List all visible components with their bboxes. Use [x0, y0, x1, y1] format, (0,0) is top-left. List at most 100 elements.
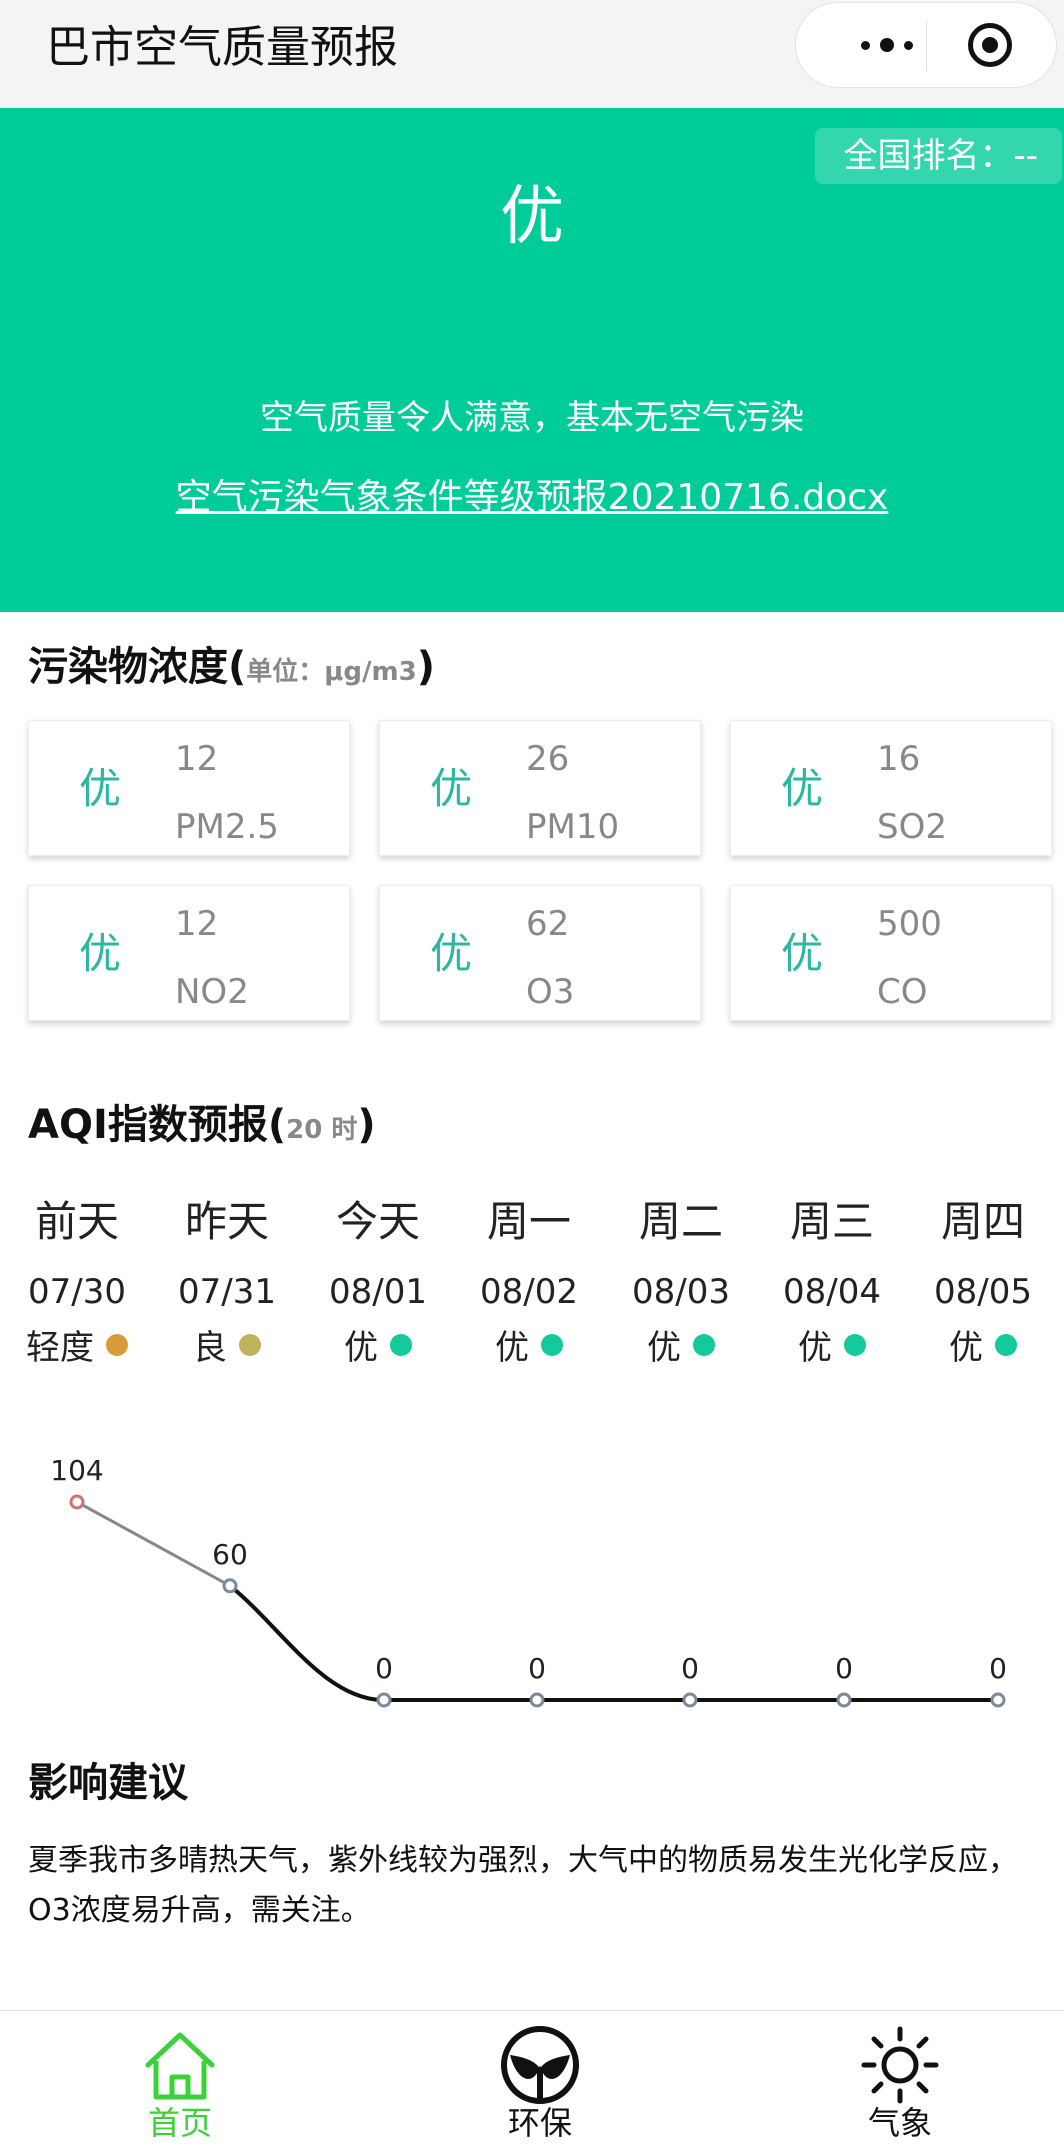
aqi-title-close: )	[357, 1102, 376, 1148]
pollutant-value: 26	[526, 739, 570, 779]
chart-point	[222, 1578, 238, 1594]
forecast-date: 07/30	[28, 1272, 126, 1312]
pollutant-quality: 优	[79, 929, 122, 978]
pollutant-card-o3: 优 62 O3	[379, 885, 701, 1021]
pollutant-unit: 单位：μg/m3	[246, 657, 417, 687]
forecast-day: 周三 08/04 优	[757, 1192, 907, 1372]
pollutant-card-no2: 优 12 NO2	[28, 885, 350, 1021]
tab-home-label: 首页	[147, 2104, 212, 2142]
tab-environment-label: 环保	[507, 2104, 572, 2142]
forecast-level: 优	[908, 1324, 1058, 1372]
forecast-level: 优	[454, 1324, 604, 1372]
close-miniprogram-icon[interactable]	[968, 23, 1012, 67]
more-dots-icon	[880, 38, 894, 52]
pollutant-quality: 优	[781, 929, 824, 978]
chart-point	[529, 1692, 545, 1708]
advice-section-title: 影响建议	[28, 1760, 188, 1806]
pollutant-card-so2: 优 16 SO2	[730, 720, 1052, 856]
chart-line-segment	[76, 1500, 231, 1588]
pollutant-name: CO	[877, 972, 928, 1012]
chart-data-label: 0	[375, 1652, 393, 1685]
chart-data-label: 104	[50, 1454, 103, 1487]
forecast-date: 08/01	[329, 1272, 427, 1312]
pollutant-name: PM10	[526, 807, 620, 847]
level-dot-icon	[693, 1334, 715, 1356]
forecast-day-name: 周四	[940, 1197, 1025, 1246]
forecast-date: 08/05	[934, 1272, 1032, 1312]
forecast-day-name: 今天	[335, 1197, 420, 1246]
forecast-level: 优	[303, 1324, 453, 1372]
page-title: 巴市空气质量预报	[46, 22, 398, 73]
pollutant-value: 16	[877, 739, 921, 779]
forecast-level-text: 优	[495, 1328, 529, 1368]
pollutant-value: 500	[877, 904, 942, 944]
aqi-description: 空气质量令人满意，基本无空气污染	[260, 398, 804, 438]
capsule-menu	[795, 2, 1057, 88]
forecast-level: 优	[606, 1324, 756, 1372]
forecast-day: 昨天 07/31 良	[152, 1192, 302, 1372]
pollutant-card-pm25: 优 12 PM2.5	[28, 720, 350, 856]
level-dot-icon	[844, 1334, 866, 1356]
forecast-date: 08/02	[480, 1272, 578, 1312]
forecast-level-text: 轻度	[26, 1328, 94, 1368]
forecast-day-name: 前天	[34, 1197, 119, 1246]
sun-icon	[861, 2026, 939, 2104]
air-quality-banner: 全国排名：-- 优 空气质量令人满意，基本无空气污染 空气污染气象条件等级预报2…	[0, 108, 1064, 612]
forecast-day: 前天 07/30 轻度	[2, 1192, 152, 1372]
forecast-level: 轻度	[2, 1324, 152, 1372]
pollutant-section-title: 污染物浓度(单位：μg/m3)	[28, 634, 435, 692]
more-dots-icon	[861, 40, 870, 50]
pollutant-quality: 优	[781, 764, 824, 813]
chart-point	[682, 1692, 698, 1708]
forecast-day-name: 周二	[638, 1197, 723, 1246]
advice-text: 夏季我市多晴热天气，紫外线较为强烈，大气中的物质易发生光化学反应，O3浓度易升高…	[28, 1843, 1018, 1928]
forecast-date: 07/31	[178, 1272, 276, 1312]
level-dot-icon	[239, 1334, 261, 1356]
home-icon	[145, 2032, 215, 2100]
forecast-day: 周二 08/03 优	[606, 1192, 756, 1372]
forecast-level-text: 优	[344, 1328, 378, 1368]
chart-data-label: 0	[989, 1652, 1007, 1685]
pollutant-quality: 优	[430, 929, 473, 978]
tab-home[interactable]: 首页	[100, 2011, 260, 2150]
aqi-level: 优	[500, 180, 564, 254]
chart-data-label: 0	[528, 1652, 546, 1685]
leaf-icon	[501, 2026, 579, 2104]
forecast-day-name: 周三	[789, 1197, 874, 1246]
pollutant-name: NO2	[175, 972, 249, 1012]
chart-point	[376, 1692, 392, 1708]
aqi-hour: 20 时	[286, 1115, 358, 1145]
level-dot-icon	[106, 1334, 128, 1356]
forecast-day: 周一 08/02 优	[454, 1192, 604, 1372]
navigation-bar: 巴市空气质量预报	[0, 0, 1064, 108]
forecast-level-text: 优	[647, 1328, 681, 1368]
chart-data-label: 60	[212, 1538, 248, 1571]
pollutant-card-co: 优 500 CO	[730, 885, 1052, 1021]
pollutant-value: 62	[526, 904, 570, 944]
level-dot-icon	[390, 1334, 412, 1356]
forecast-day: 今天 08/01 优	[303, 1192, 453, 1372]
pollutant-quality: 优	[430, 764, 473, 813]
chart-point	[69, 1494, 85, 1510]
level-dot-icon	[995, 1334, 1017, 1356]
forecast-level: 良	[152, 1324, 302, 1372]
forecast-date: 08/03	[632, 1272, 730, 1312]
pollutant-name: PM2.5	[175, 807, 279, 847]
chart-line-series	[228, 1584, 998, 1702]
tab-environment[interactable]: 环保	[460, 2011, 620, 2150]
tab-weather[interactable]: 气象	[820, 2011, 980, 2150]
forecast-day-name: 昨天	[184, 1197, 269, 1246]
capsule-divider	[926, 21, 927, 71]
aqi-title-text: AQI指数预报(	[28, 1102, 287, 1148]
forecast-level: 优	[757, 1324, 907, 1372]
forecast-date: 08/04	[783, 1272, 881, 1312]
pollutant-card-pm10: 优 26 PM10	[379, 720, 701, 856]
pollutant-value: 12	[175, 739, 219, 779]
tab-weather-label: 气象	[867, 2104, 932, 2142]
forecast-document-link[interactable]: 空气污染气象条件等级预报20210716.docx	[0, 468, 1064, 528]
pollutant-name: SO2	[877, 807, 947, 847]
forecast-level-text: 优	[949, 1328, 983, 1368]
tab-bar: 首页 环保 气象	[0, 2010, 1064, 2150]
chart-point	[990, 1692, 1006, 1708]
forecast-day-name: 周一	[486, 1197, 571, 1246]
